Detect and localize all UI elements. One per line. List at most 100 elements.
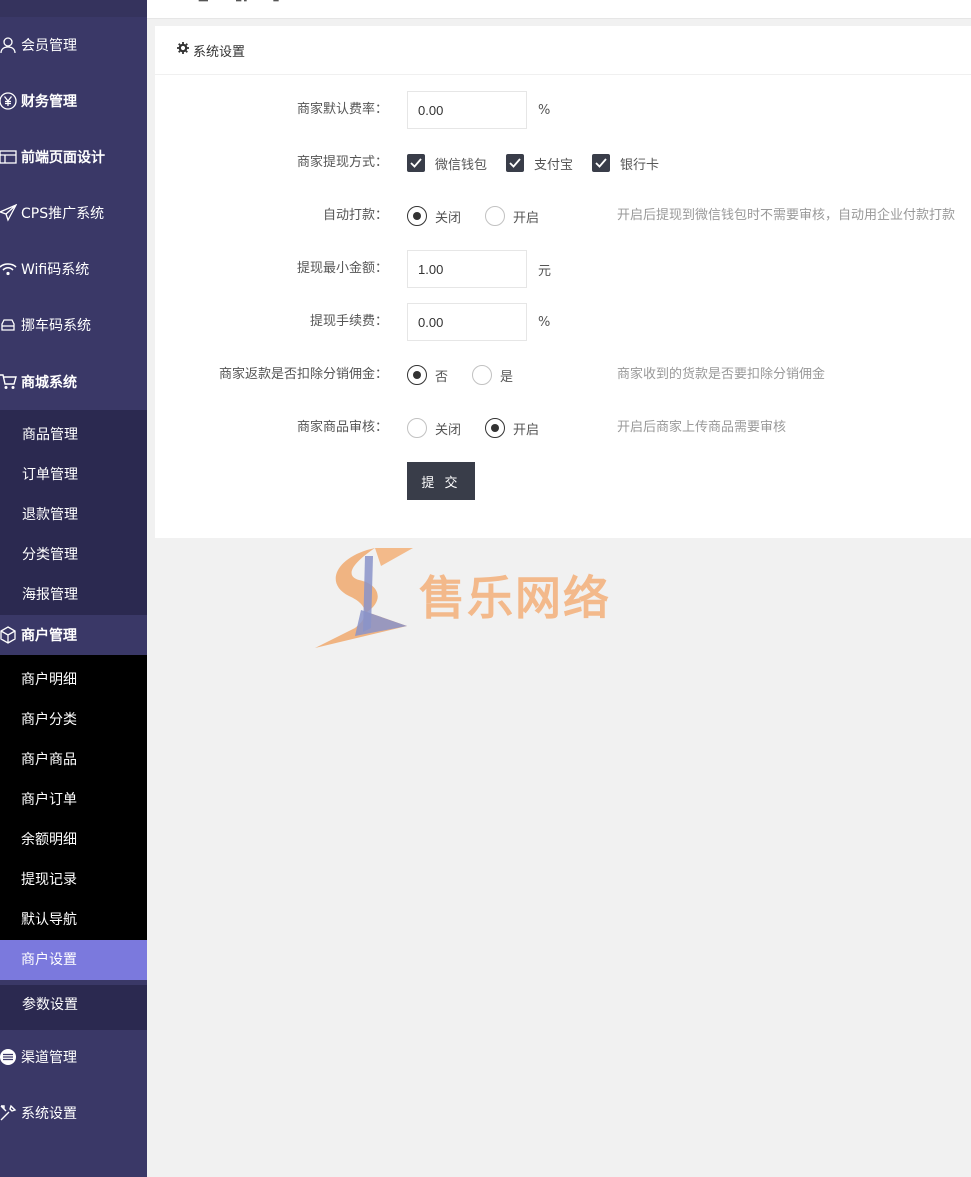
checkbox-alipay[interactable]: 支付宝: [506, 154, 573, 173]
radio-label: 是: [500, 369, 514, 385]
field-goods-review: 商家商品审核： 关闭 开启 开启后商家上传商品需要审核: [155, 409, 971, 447]
sub-merchant-detail[interactable]: 商户明细: [0, 660, 147, 700]
paper-plane-icon: [0, 202, 19, 224]
card-title: 系统设置: [193, 44, 246, 60]
radio-indicator: [407, 206, 427, 226]
car-icon: [0, 314, 19, 336]
sub-merchant-orders[interactable]: 商户订单: [0, 780, 147, 820]
nav-label: CPS推广系统: [21, 206, 105, 222]
nav-label: 渠道管理: [21, 1050, 77, 1066]
nav-label: Wifi码系统: [21, 262, 90, 278]
nav-member-management[interactable]: 会员管理: [0, 17, 147, 73]
nav-label: 商城系统: [21, 375, 77, 391]
nav-finance-management[interactable]: 财务管理: [0, 73, 147, 129]
layout-icon: [0, 146, 19, 168]
withdraw-fee-input[interactable]: [407, 303, 527, 341]
check-icon: [592, 154, 611, 172]
field-label: 提现手续费：: [309, 314, 388, 329]
nav-channel-management[interactable]: 渠道管理: [0, 1029, 147, 1085]
field-label: 商家提现方式：: [296, 155, 388, 170]
radio-label: 否: [435, 369, 449, 385]
sub-goods-management[interactable]: 商品管理: [0, 415, 147, 455]
wifi-icon: [0, 258, 19, 280]
radio-deduct-no[interactable]: 否: [407, 365, 448, 385]
field-min-amount: 提现最小金额： 元: [155, 250, 971, 288]
header-text-fragment: [198, 0, 279, 2]
min-amount-input[interactable]: [407, 250, 527, 288]
radio-label: 开启: [513, 210, 540, 226]
sidebar: 会员管理 财务管理 前端页面设计 CPS推广系统 Wifi码系统 挪车码系统 商…: [0, 0, 147, 1177]
sub-parameter-settings[interactable]: 参数设置: [0, 985, 147, 1025]
field-label: 商家返款是否扣除分销佣金：: [218, 367, 388, 382]
sub-order-management[interactable]: 订单管理: [0, 455, 147, 495]
yen-icon: [0, 90, 19, 112]
radio-review-on[interactable]: 开启: [485, 418, 539, 438]
radio-auto-pay-on[interactable]: 开启: [485, 206, 539, 226]
field-withdraw-methods: 商家提现方式： 微信钱包 支付宝 银行卡: [155, 144, 971, 182]
cart-icon: [0, 371, 19, 393]
field-label: 商家默认费率：: [296, 102, 388, 117]
field-label: 商家商品审核：: [296, 420, 388, 435]
nav-wifi-system[interactable]: Wifi码系统: [0, 241, 147, 297]
sub-category-management[interactable]: 分类管理: [0, 535, 147, 575]
field-label: 提现最小金额：: [296, 261, 388, 276]
tools-icon: [0, 1102, 19, 1124]
settings-card: 系统设置 商家默认费率： % 商家提现方式： 微信钱包 支付宝 银行卡: [155, 26, 971, 538]
gear-icon: [177, 42, 189, 58]
nav-system-settings[interactable]: 系统设置: [0, 1085, 147, 1141]
checkbox-label: 银行卡: [620, 157, 660, 173]
checkbox-label: 微信钱包: [435, 157, 488, 173]
sub-merchant-category[interactable]: 商户分类: [0, 700, 147, 740]
nav-merchant-management[interactable]: 商户管理: [0, 607, 147, 662]
nav-label: 商户管理: [21, 627, 77, 644]
field-withdraw-fee: 提现手续费： %: [155, 303, 971, 341]
unit-label: %: [538, 102, 551, 118]
check-icon: [407, 154, 425, 172]
field-auto-pay: 自动打款： 关闭 开启 开启后提现到微信钱包时不需要审核，自动用企业付款打款: [155, 197, 971, 235]
merchant-submenu: 商户明细 商户分类 商户商品 商户订单 余额明细 提现记录 默认导航: [0, 655, 147, 940]
sub-balance-detail[interactable]: 余额明细: [0, 820, 147, 860]
sidebar-top-strip: [0, 0, 147, 17]
radio-auto-pay-off[interactable]: 关闭: [407, 206, 461, 226]
sub-merchant-settings[interactable]: 商户设置: [0, 940, 147, 980]
watermark-text: 售乐网络: [419, 571, 611, 625]
radio-label: 关闭: [435, 422, 462, 438]
checkbox-wechat-wallet[interactable]: 微信钱包: [407, 154, 487, 173]
sub-default-nav[interactable]: 默认导航: [0, 900, 147, 940]
nav-label: 系统设置: [21, 1106, 77, 1122]
radio-indicator: [485, 418, 506, 438]
radio-deduct-yes[interactable]: 是: [472, 365, 513, 385]
field-hint: 开启后提现到微信钱包时不需要审核，自动用企业付款打款: [617, 208, 956, 223]
nav-cps-system[interactable]: CPS推广系统: [0, 185, 147, 241]
submit-button[interactable]: 提 交: [407, 462, 475, 500]
card-header: 系统设置: [155, 26, 971, 75]
cube-icon: [0, 624, 19, 646]
sub-refund-management[interactable]: 退款管理: [0, 495, 147, 535]
radio-review-off[interactable]: 关闭: [407, 418, 461, 438]
radio-indicator: [485, 206, 506, 226]
field-default-rate: 商家默认费率： %: [155, 91, 971, 129]
sub-merchant-goods[interactable]: 商户商品: [0, 740, 147, 780]
sub-withdraw-records[interactable]: 提现记录: [0, 860, 147, 900]
list-circle-icon: [0, 1046, 19, 1068]
logo-mark: [315, 548, 413, 648]
check-icon: [506, 154, 525, 172]
watermark-logo: 售乐网络: [315, 540, 655, 652]
radio-label: 开启: [513, 422, 540, 438]
unit-label: 元: [538, 263, 552, 279]
radio-indicator: [407, 365, 427, 385]
user-icon: [0, 34, 19, 56]
nav-frontend-design[interactable]: 前端页面设计: [0, 129, 147, 185]
unit-label: %: [538, 314, 551, 330]
nav-parking-code-system[interactable]: 挪车码系统: [0, 297, 147, 353]
mall-submenu: 商品管理 订单管理 退款管理 分类管理 海报管理: [0, 410, 147, 615]
field-label: 自动打款：: [322, 208, 388, 223]
checkbox-bank-card[interactable]: 银行卡: [592, 154, 659, 173]
nav-label: 挪车码系统: [21, 318, 91, 334]
nav-mall-system[interactable]: 商城系统: [0, 354, 147, 410]
field-hint: 开启后商家上传商品需要审核: [617, 420, 787, 435]
default-rate-input[interactable]: [407, 91, 527, 129]
nav-label: 前端页面设计: [21, 150, 105, 166]
radio-label: 关闭: [435, 210, 462, 226]
nav-label: 会员管理: [21, 38, 77, 54]
